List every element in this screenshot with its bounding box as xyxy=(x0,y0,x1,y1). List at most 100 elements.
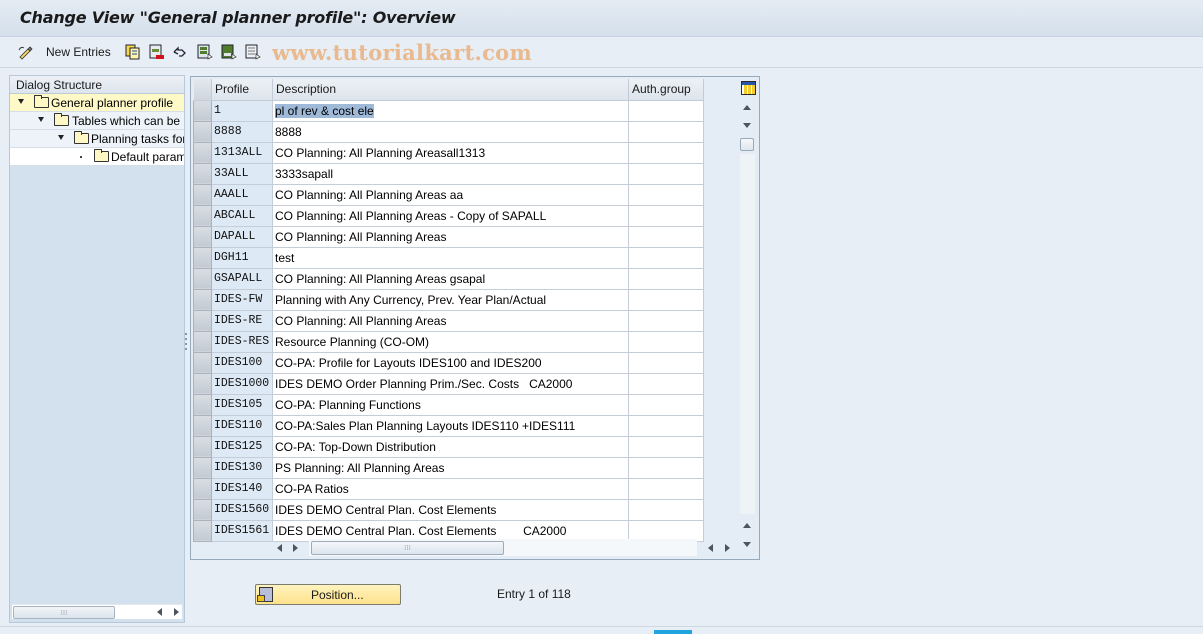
vertical-scroll-thumb[interactable] xyxy=(740,138,754,151)
auth-group-cell[interactable] xyxy=(628,289,704,311)
description-cell[interactable]: Resource Planning (CO-OM) xyxy=(272,331,629,353)
description-cell[interactable]: CO Planning: All Planning Areas xyxy=(272,310,629,332)
auth-group-cell[interactable] xyxy=(628,373,704,395)
row-selector[interactable] xyxy=(193,477,212,500)
profile-cell[interactable]: IDES1561 xyxy=(211,520,273,542)
tree-node-general-planner-profile[interactable]: General planner profile xyxy=(10,94,184,112)
scroll-right-icon[interactable] xyxy=(174,608,179,616)
description-cell[interactable]: Planning with Any Currency, Prev. Year P… xyxy=(272,289,629,311)
auth-group-cell[interactable] xyxy=(628,457,704,479)
row-selector[interactable] xyxy=(193,99,212,122)
new-entries-button[interactable]: New Entries xyxy=(46,43,111,61)
auth-group-cell[interactable] xyxy=(628,268,704,290)
position-button[interactable]: Position... xyxy=(255,584,401,605)
auth-group-cell[interactable] xyxy=(628,100,704,122)
profile-cell[interactable]: GSAPALL xyxy=(211,268,273,290)
auth-group-cell[interactable] xyxy=(628,331,704,353)
auth-group-cell[interactable] xyxy=(628,247,704,269)
table-settings-icon[interactable] xyxy=(741,81,756,95)
tree-node-default-param[interactable]: Default param xyxy=(10,148,184,166)
auth-group-cell[interactable] xyxy=(628,415,704,437)
expand-toggle-icon[interactable] xyxy=(58,135,64,140)
table-horizontal-scrollbar[interactable]: ⁞⁞⁞ xyxy=(309,539,697,556)
row-selector[interactable] xyxy=(193,351,212,374)
profile-cell[interactable]: IDES-RE xyxy=(211,310,273,332)
description-cell[interactable]: CO-PA: Planning Functions xyxy=(272,394,629,416)
auth-group-cell[interactable] xyxy=(628,226,704,248)
row-selector[interactable] xyxy=(193,414,212,437)
description-cell[interactable]: IDES DEMO Order Planning Prim./Sec. Cost… xyxy=(272,373,629,395)
row-selector[interactable] xyxy=(193,519,212,542)
profile-cell[interactable]: DGH11 xyxy=(211,247,273,269)
scroll-up-bottom-icon[interactable] xyxy=(743,523,751,528)
row-selector[interactable] xyxy=(193,183,212,206)
profile-cell[interactable]: IDES105 xyxy=(211,394,273,416)
profile-cell[interactable]: IDES1560 xyxy=(211,499,273,521)
scroll-right-end-icon[interactable] xyxy=(725,544,730,552)
description-cell[interactable]: PS Planning: All Planning Areas xyxy=(272,457,629,479)
profile-cell[interactable]: IDES140 xyxy=(211,478,273,500)
profile-cell[interactable]: 1 xyxy=(211,100,273,122)
row-selector[interactable] xyxy=(193,162,212,185)
auth-group-cell[interactable] xyxy=(628,163,704,185)
table-vertical-scrollbar[interactable] xyxy=(739,99,756,547)
column-header-description[interactable]: Description xyxy=(272,79,629,101)
auth-group-cell[interactable] xyxy=(628,520,704,542)
description-cell[interactable]: 8888 xyxy=(272,121,629,143)
copy-as-button[interactable] xyxy=(125,43,141,61)
row-selector[interactable] xyxy=(193,393,212,416)
description-cell[interactable]: CO Planning: All Planning Areas gsapal xyxy=(272,268,629,290)
change-display-button[interactable] xyxy=(17,43,33,61)
profile-cell[interactable]: IDES-FW xyxy=(211,289,273,311)
scroll-down-icon[interactable] xyxy=(743,123,751,128)
row-selector[interactable] xyxy=(193,120,212,143)
profile-cell[interactable]: 33ALL xyxy=(211,163,273,185)
row-selector[interactable] xyxy=(193,288,212,311)
auth-group-cell[interactable] xyxy=(628,142,704,164)
auth-group-cell[interactable] xyxy=(628,436,704,458)
select-all-button[interactable] xyxy=(197,43,213,61)
row-selector[interactable] xyxy=(193,498,212,521)
row-selector[interactable] xyxy=(193,330,212,353)
description-cell[interactable]: CO Planning: All Planning Areasall1313 xyxy=(272,142,629,164)
row-selector[interactable] xyxy=(193,141,212,164)
profile-cell[interactable]: IDES125 xyxy=(211,436,273,458)
vertical-scroll-track[interactable] xyxy=(740,154,755,514)
scrollbar-thumb[interactable]: ⁞⁞⁞ xyxy=(13,606,115,619)
description-cell[interactable]: IDES DEMO Central Plan. Cost Elements xyxy=(272,499,629,521)
description-cell[interactable]: CO Planning: All Planning Areas - Copy o… xyxy=(272,205,629,227)
auth-group-cell[interactable] xyxy=(628,478,704,500)
description-cell[interactable]: pl of rev & cost ele xyxy=(272,100,629,122)
scroll-up-icon[interactable] xyxy=(743,105,751,110)
tree-node-planning-tasks[interactable]: Planning tasks for xyxy=(10,130,184,148)
deselect-all-button[interactable] xyxy=(245,43,261,61)
row-selector[interactable] xyxy=(193,456,212,479)
auth-group-cell[interactable] xyxy=(628,121,704,143)
auth-group-cell[interactable] xyxy=(628,394,704,416)
description-cell[interactable]: IDES DEMO Central Plan. Cost Elements CA… xyxy=(272,520,629,542)
undo-change-button[interactable] xyxy=(172,43,188,61)
description-cell[interactable]: CO-PA: Profile for Layouts IDES100 and I… xyxy=(272,352,629,374)
delete-button[interactable] xyxy=(149,43,165,61)
auth-group-cell[interactable] xyxy=(628,205,704,227)
row-selector[interactable] xyxy=(193,204,212,227)
row-selector[interactable] xyxy=(193,309,212,332)
profile-cell[interactable]: DAPALL xyxy=(211,226,273,248)
row-selector[interactable] xyxy=(193,246,212,269)
scroll-left-icon[interactable] xyxy=(157,608,162,616)
row-selector[interactable] xyxy=(193,225,212,248)
description-cell[interactable]: 3333sapall xyxy=(272,163,629,185)
profile-cell[interactable]: ABCALL xyxy=(211,205,273,227)
description-cell[interactable]: CO-PA:Sales Plan Planning Layouts IDES11… xyxy=(272,415,629,437)
description-cell[interactable]: CO-PA: Top-Down Distribution xyxy=(272,436,629,458)
description-cell[interactable]: CO Planning: All Planning Areas aa xyxy=(272,184,629,206)
row-selector[interactable] xyxy=(193,435,212,458)
profile-cell[interactable]: IDES-RES xyxy=(211,331,273,353)
auth-group-cell[interactable] xyxy=(628,499,704,521)
auth-group-cell[interactable] xyxy=(628,184,704,206)
description-cell[interactable]: CO-PA Ratios xyxy=(272,478,629,500)
horizontal-scroll-thumb[interactable]: ⁞⁞⁞ xyxy=(311,541,504,555)
column-header-auth-group[interactable]: Auth.group xyxy=(628,79,704,101)
scroll-left-icon[interactable] xyxy=(277,544,282,552)
column-header-profile[interactable]: Profile xyxy=(211,79,273,101)
